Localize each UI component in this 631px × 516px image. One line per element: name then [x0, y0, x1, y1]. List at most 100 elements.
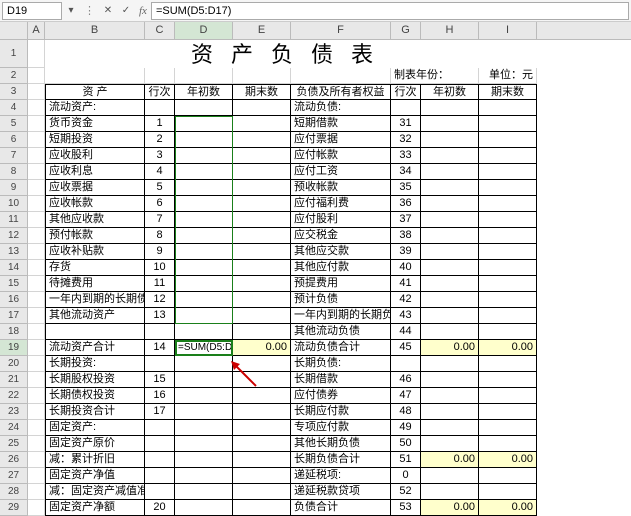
cell[interactable]: 0.00 — [421, 452, 479, 468]
row-header[interactable]: 3 — [0, 84, 27, 100]
cell[interactable] — [175, 356, 233, 372]
row-header[interactable]: 14 — [0, 260, 27, 276]
cell[interactable]: =SUM(D5:D17) — [175, 340, 233, 356]
cell[interactable]: 长期负债: — [291, 356, 391, 372]
cell[interactable] — [421, 132, 479, 148]
cell[interactable] — [145, 484, 175, 500]
cell[interactable]: 41 — [391, 276, 421, 292]
cell[interactable] — [175, 484, 233, 500]
cell[interactable]: 预提费用 — [291, 276, 391, 292]
cell[interactable]: 35 — [391, 180, 421, 196]
fx-icon[interactable]: fx — [139, 5, 147, 17]
row-header[interactable]: 13 — [0, 244, 27, 260]
cell[interactable] — [421, 468, 479, 484]
cell[interactable] — [175, 68, 233, 84]
cell[interactable] — [421, 244, 479, 260]
cell[interactable] — [175, 404, 233, 420]
cell[interactable]: 32 — [391, 132, 421, 148]
cell[interactable]: 递延税项: — [291, 468, 391, 484]
cell[interactable] — [175, 180, 233, 196]
cell[interactable] — [28, 484, 45, 500]
cell[interactable]: 长期投资: — [45, 356, 145, 372]
cell[interactable] — [175, 420, 233, 436]
cell[interactable] — [233, 228, 291, 244]
cell[interactable] — [28, 340, 45, 356]
cell[interactable] — [479, 100, 537, 116]
cell[interactable]: 流动负债合计 — [291, 340, 391, 356]
row-header[interactable]: 18 — [0, 324, 27, 340]
cell[interactable]: 4 — [145, 164, 175, 180]
row-header[interactable]: 29 — [0, 500, 27, 516]
cell[interactable]: 一年内到期的长期负债 — [291, 308, 391, 324]
cell[interactable] — [421, 100, 479, 116]
cell[interactable] — [145, 436, 175, 452]
cell[interactable]: 减：累计折旧 — [45, 452, 145, 468]
cell[interactable] — [28, 292, 45, 308]
name-box[interactable]: D19 — [2, 2, 62, 20]
cell[interactable] — [28, 324, 45, 340]
cell[interactable] — [233, 468, 291, 484]
cell[interactable]: 制表年份： — [391, 68, 479, 84]
cell[interactable] — [479, 356, 537, 372]
cell[interactable] — [421, 116, 479, 132]
cell[interactable] — [145, 420, 175, 436]
cell[interactable] — [175, 148, 233, 164]
cell[interactable]: 短期借款 — [291, 116, 391, 132]
cell[interactable]: 应付福利费 — [291, 196, 391, 212]
cell[interactable]: 7 — [145, 212, 175, 228]
cell[interactable]: 其他应收款 — [45, 212, 145, 228]
row-header[interactable]: 27 — [0, 468, 27, 484]
row-header[interactable]: 7 — [0, 148, 27, 164]
cell[interactable]: 应付票据 — [291, 132, 391, 148]
row-header[interactable]: 9 — [0, 180, 27, 196]
cell[interactable]: 长期借款 — [291, 372, 391, 388]
col-header-B[interactable]: B — [45, 22, 145, 39]
cell[interactable] — [28, 180, 45, 196]
cell[interactable]: 行次 — [145, 84, 175, 100]
row-header[interactable]: 22 — [0, 388, 27, 404]
row-header[interactable]: 15 — [0, 276, 27, 292]
cell[interactable]: 长期负债合计 — [291, 452, 391, 468]
cell[interactable]: 16 — [145, 388, 175, 404]
cell[interactable] — [28, 84, 45, 100]
cell[interactable]: 负债合计 — [291, 500, 391, 516]
cell[interactable] — [421, 276, 479, 292]
cell[interactable] — [479, 388, 537, 404]
dropdown-icon[interactable]: ▾ — [64, 4, 78, 18]
cell[interactable] — [233, 388, 291, 404]
cell[interactable]: 应收利息 — [45, 164, 145, 180]
cell[interactable]: 专项应付款 — [291, 420, 391, 436]
cell[interactable]: 固定资产净额 — [45, 500, 145, 516]
cell[interactable]: 固定资产原价 — [45, 436, 145, 452]
cell[interactable]: 9 — [145, 244, 175, 260]
col-header-D[interactable]: D — [175, 22, 233, 39]
row-header[interactable]: 23 — [0, 404, 27, 420]
cell[interactable] — [28, 164, 45, 180]
cell[interactable] — [233, 132, 291, 148]
row-header[interactable]: 1 — [0, 40, 27, 68]
cell[interactable]: 应收股利 — [45, 148, 145, 164]
row-header[interactable]: 24 — [0, 420, 27, 436]
cell[interactable]: 应付帐款 — [291, 148, 391, 164]
cell[interactable]: 一年内到期的长期债权投资 — [45, 292, 145, 308]
cell[interactable] — [479, 404, 537, 420]
cell[interactable]: 0.00 — [479, 500, 537, 516]
cell[interactable] — [479, 436, 537, 452]
cell[interactable]: 期末数 — [233, 84, 291, 100]
cell[interactable]: 0.00 — [421, 500, 479, 516]
cell[interactable] — [391, 100, 421, 116]
cell[interactable] — [233, 324, 291, 340]
cell[interactable] — [175, 452, 233, 468]
cell[interactable]: 期末数 — [479, 84, 537, 100]
cell[interactable]: 0.00 — [421, 340, 479, 356]
cell[interactable]: 11 — [145, 276, 175, 292]
cell[interactable]: 52 — [391, 484, 421, 500]
cell[interactable]: 12 — [145, 292, 175, 308]
cell[interactable] — [28, 132, 45, 148]
row-header[interactable]: 28 — [0, 484, 27, 500]
cell[interactable]: 33 — [391, 148, 421, 164]
cell[interactable] — [233, 164, 291, 180]
cell[interactable] — [421, 356, 479, 372]
cell[interactable] — [28, 228, 45, 244]
cell[interactable]: 15 — [145, 372, 175, 388]
